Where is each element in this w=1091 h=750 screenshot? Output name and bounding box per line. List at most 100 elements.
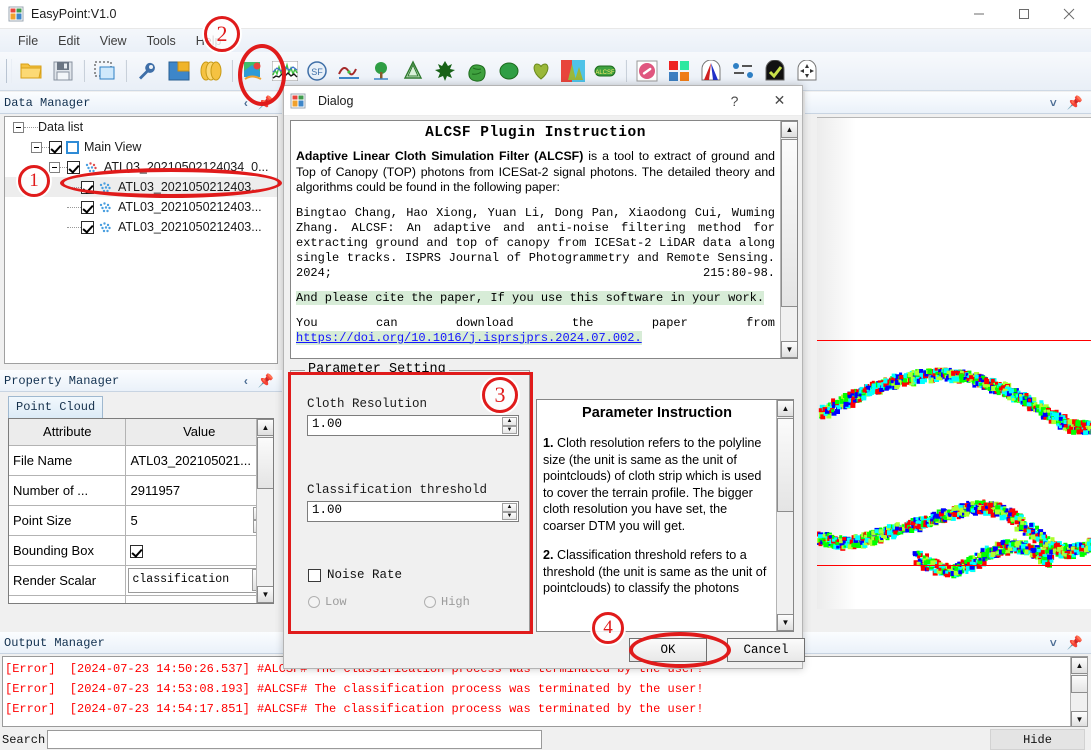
bounding-box-checkbox[interactable] (130, 545, 144, 559)
maximize-icon[interactable] (1001, 0, 1046, 29)
toolbar-grip[interactable] (6, 59, 12, 83)
wrench-tools-icon[interactable] (132, 56, 162, 86)
noise-rate-high-row[interactable]: High (424, 595, 470, 609)
scroll-down-icon[interactable]: ▼ (1071, 711, 1087, 726)
collapse-left-icon[interactable]: ‹ (244, 374, 248, 388)
expander-icon[interactable] (31, 141, 42, 153)
table-row[interactable]: Render Scalar classification ▼ (9, 565, 273, 596)
row-value-render-scalar-cell[interactable]: classification ▼ (125, 565, 273, 596)
menu-edit[interactable]: Edit (48, 31, 90, 51)
item-checkbox[interactable] (81, 200, 94, 214)
rgb-classify-icon[interactable] (238, 56, 268, 86)
dot-legend-icon[interactable] (728, 56, 758, 86)
stepper-down-icon[interactable]: ▼ (502, 511, 517, 520)
menu-help[interactable]: Help (186, 31, 232, 51)
instruction-scrollbar[interactable]: ▲ ▼ (780, 121, 797, 358)
tree-item-data-list[interactable]: Data list (5, 117, 277, 137)
scrollbar-thumb[interactable] (1071, 675, 1087, 693)
menu-tools[interactable]: Tools (137, 31, 186, 51)
table-row[interactable]: Point Size 5 ▲ ▼ (9, 505, 273, 536)
noise-rate-low-row[interactable]: Low (308, 595, 347, 609)
radio-high[interactable] (424, 596, 436, 608)
expander-icon[interactable] (49, 161, 60, 173)
row-value-bounding-box-cell[interactable] (125, 535, 273, 566)
radio-low[interactable] (308, 596, 320, 608)
help-button[interactable]: ? (712, 86, 757, 116)
tab-point-cloud[interactable]: Point Cloud (8, 396, 104, 418)
dialog-close-button[interactable]: ✕ (757, 86, 802, 116)
tree-item-atl03-track-2[interactable]: ATL03_2021050212403... (5, 197, 277, 217)
expander-icon[interactable] (13, 121, 24, 133)
hide-button[interactable]: Hide (990, 729, 1085, 750)
scroll-up-icon[interactable]: ▲ (1071, 657, 1087, 674)
output-log-scrollbar[interactable]: ▲ ▼ (1070, 657, 1087, 726)
pin-icon[interactable]: 📌 (258, 373, 274, 389)
table-row[interactable]: Bounding Box (9, 535, 273, 566)
rock-cluster-icon[interactable] (462, 56, 492, 86)
forest-profile-icon[interactable] (558, 56, 588, 86)
pin-icon[interactable]: 📌 (258, 95, 274, 111)
stepper-up-icon[interactable]: ▲ (502, 417, 517, 426)
alcsf-waveform-icon[interactable] (270, 56, 300, 86)
parameter-instruction-scrollbar[interactable]: ▲ ▼ (776, 400, 793, 631)
item-checkbox[interactable] (67, 160, 80, 174)
property-table-scrollbar[interactable]: ▲ ▼ (256, 419, 273, 603)
noise-rate-checkbox[interactable] (308, 568, 321, 582)
single-tree-icon[interactable] (366, 56, 396, 86)
open-folder-icon[interactable] (16, 56, 46, 86)
item-checkbox[interactable] (81, 220, 94, 234)
table-row[interactable]: Mini... 0 (9, 595, 273, 603)
arch-color-icon[interactable] (696, 56, 726, 86)
instruction-textbox[interactable]: ALCSF Plugin Instruction Adaptive Linear… (290, 120, 798, 359)
canopy-tree-icon[interactable] (398, 56, 428, 86)
main-view-checkbox[interactable] (49, 140, 62, 154)
data-list-tree[interactable]: Data list Main View ATL03_20210502124034… (4, 116, 278, 364)
check-shield-icon[interactable] (760, 56, 790, 86)
tree-item-atl03-track-1[interactable]: ATL03_2021050212403... (5, 177, 277, 197)
pin-icon[interactable]: 📌 (1067, 95, 1083, 111)
item-checkbox[interactable] (81, 180, 94, 194)
scroll-up-icon[interactable]: ▲ (257, 419, 273, 436)
color-grid-icon[interactable] (664, 56, 694, 86)
pencil-edit-icon[interactable] (632, 56, 662, 86)
menu-file[interactable]: File (8, 31, 48, 51)
stepper-up-icon[interactable]: ▲ (502, 503, 517, 512)
scroll-up-icon[interactable]: ▲ (781, 121, 797, 138)
scrollbar-thumb[interactable] (257, 437, 273, 489)
ellipsoid-icon[interactable] (196, 56, 226, 86)
collapse-left-icon[interactable]: ‹ (244, 96, 248, 110)
search-input[interactable] (47, 730, 543, 749)
green-pill-icon[interactable]: ALCSF (590, 56, 620, 86)
scroll-down-icon[interactable]: ▼ (777, 614, 793, 631)
paper-doi-link[interactable]: https://doi.org/10.1016/j.isprsjprs.2024… (296, 330, 642, 345)
cloth-resolution-stepper[interactable]: ▲ ▼ (502, 417, 517, 434)
new-selection-icon[interactable] (90, 56, 120, 86)
cancel-button[interactable]: Cancel (727, 638, 805, 662)
point-cloud-viewport[interactable] (817, 117, 1091, 609)
menu-view[interactable]: View (90, 31, 137, 51)
sf-scalar-field-icon[interactable]: SF (302, 56, 332, 86)
scroll-down-icon[interactable]: ▼ (781, 341, 797, 358)
stepper-down-icon[interactable]: ▼ (502, 425, 517, 434)
tree-item-atl03-track-3[interactable]: ATL03_2021050212403... (5, 217, 277, 237)
classification-threshold-stepper[interactable]: ▲ ▼ (502, 503, 517, 520)
maple-leaf-icon[interactable] (430, 56, 460, 86)
save-disk-icon[interactable] (48, 56, 78, 86)
noise-rate-checkbox-row[interactable]: Noise Rate (308, 568, 402, 582)
green-blob-icon[interactable] (494, 56, 524, 86)
parameter-instruction-box[interactable]: Parameter Instruction 1. Cloth resolutio… (536, 399, 794, 632)
scroll-up-icon[interactable]: ▲ (777, 400, 793, 417)
row-value-point-size-cell[interactable]: 5 ▲ ▼ (125, 505, 273, 536)
chevron-down-icon[interactable]: ˅ (1050, 636, 1057, 650)
tree-item-main-view[interactable]: Main View (5, 137, 277, 157)
scroll-down-icon[interactable]: ▼ (257, 586, 273, 603)
scrollbar-thumb[interactable] (781, 139, 797, 307)
curve-fit-icon[interactable] (334, 56, 364, 86)
cloth-resolution-spinbox[interactable]: 1.00 ▲ ▼ (307, 415, 519, 436)
canopy-heart-icon[interactable] (526, 56, 556, 86)
chevron-down-icon[interactable]: ˅ (1050, 96, 1057, 110)
minimize-icon[interactable] (956, 0, 1001, 29)
navigate-move-icon[interactable] (792, 56, 822, 86)
ok-button[interactable]: OK (629, 638, 707, 662)
table-row[interactable]: File Name ATL03_202105021... (9, 445, 273, 476)
